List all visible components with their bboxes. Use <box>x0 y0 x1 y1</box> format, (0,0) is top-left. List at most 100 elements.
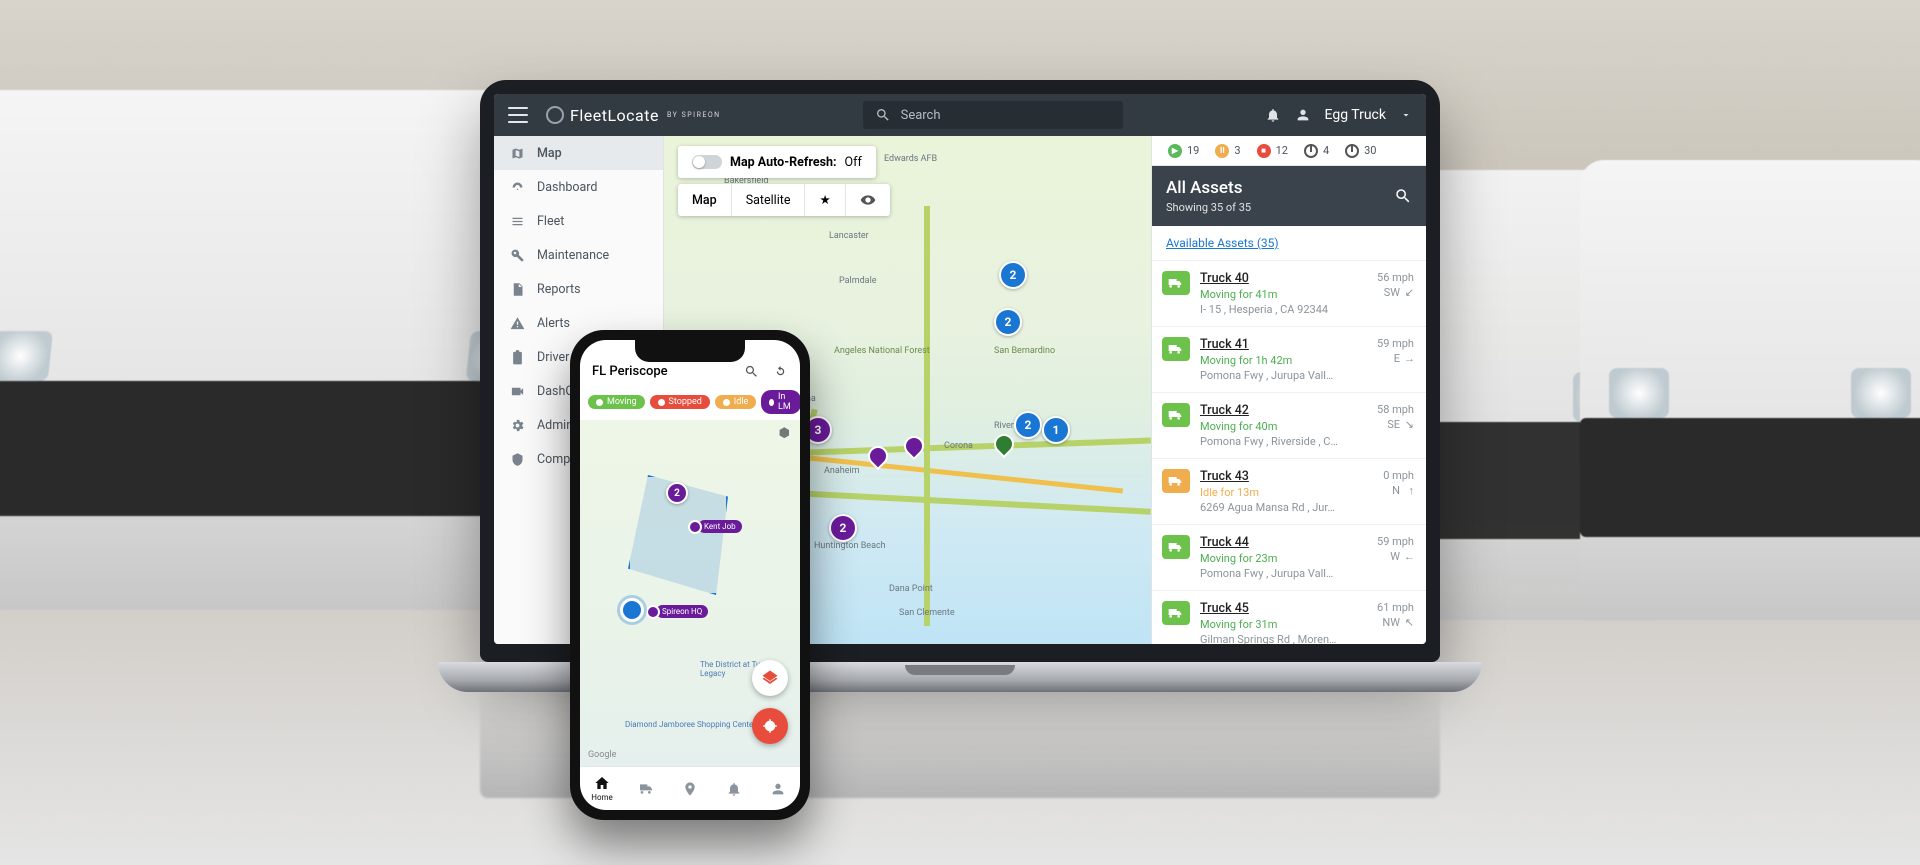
map-cluster-2d[interactable]: 2 <box>994 308 1022 336</box>
phone-current-location[interactable] <box>620 598 644 622</box>
chip-stopped[interactable]: Stopped <box>650 395 710 409</box>
asset-name: Truck 43 <box>1200 469 1373 484</box>
phone-map[interactable]: ⬢ 2 Kent Job Spireon HQ The District at … <box>580 420 800 766</box>
menu-button[interactable] <box>508 107 528 123</box>
asset-state-badge <box>1162 469 1190 493</box>
layers-hex-icon[interactable]: ⬢ <box>779 426 790 441</box>
truck-icon <box>1168 541 1184 553</box>
phone-tag-spireon[interactable]: Spireon HQ <box>656 605 708 618</box>
phone-layers-fab[interactable] <box>752 660 788 696</box>
asset-location: 6269 Agua Mansa Rd , Jur… <box>1200 501 1373 514</box>
clipboard-icon <box>510 350 525 365</box>
shield-icon <box>510 452 525 467</box>
nav-map[interactable]: Map <box>494 136 663 170</box>
asset-state-badge <box>1162 271 1190 295</box>
phone-tab-alerts[interactable] <box>712 767 756 810</box>
asset-row[interactable]: Truck 40Moving for 41mI- 15 , Hesperia ,… <box>1152 261 1426 327</box>
asset-row[interactable]: Truck 41Moving for 1h 42mPomona Fwy , Ju… <box>1152 327 1426 393</box>
nav-reports[interactable]: Reports <box>494 272 663 306</box>
nav-alerts-label: Alerts <box>537 316 570 331</box>
star-icon: ★ <box>819 192 830 208</box>
phone-notch <box>635 340 745 362</box>
auto-refresh-card: Map Auto-Refresh: Off <box>678 146 876 178</box>
asset-speed: 61 mph <box>1377 601 1414 614</box>
assets-list[interactable]: Truck 40Moving for 41mI- 15 , Hesperia ,… <box>1152 261 1426 644</box>
reports-icon <box>510 282 525 297</box>
status-stopped[interactable]: ■12 <box>1251 144 1294 158</box>
asset-heading: SW <box>1384 286 1400 299</box>
phone-tab-fleet[interactable] <box>624 767 668 810</box>
brand-byline: BY SPIREON <box>667 111 721 119</box>
phone-search-icon[interactable] <box>744 364 759 379</box>
truck-icon <box>1168 343 1184 355</box>
alert-icon <box>510 316 525 331</box>
brand-name: FleetLocate <box>570 106 659 125</box>
user-name[interactable]: Egg Truck <box>1325 107 1386 123</box>
layers-icon <box>761 669 779 687</box>
crosshair-icon <box>761 717 779 735</box>
bell-icon[interactable] <box>1265 107 1281 123</box>
list-icon <box>510 214 525 229</box>
assets-search-icon[interactable] <box>1394 187 1412 205</box>
asset-row[interactable]: Truck 45Moving for 31mGilman Springs Rd … <box>1152 591 1426 644</box>
nav-fleet[interactable]: Fleet <box>494 204 663 238</box>
pin-icon <box>682 781 698 797</box>
nav-dashboard-label: Dashboard <box>537 180 597 195</box>
map-view-sat[interactable]: Satellite <box>731 184 805 216</box>
phone-tab-places[interactable] <box>668 767 712 810</box>
asset-heading: W <box>1390 550 1400 563</box>
asset-heading: N <box>1392 484 1400 497</box>
map-visibility[interactable] <box>845 184 890 216</box>
nav-reports-label: Reports <box>537 282 581 297</box>
asset-speed: 59 mph <box>1377 535 1414 548</box>
status-strip: ▶19 II3 ■12 4 30 <box>1152 136 1426 166</box>
chip-moving[interactable]: Moving <box>588 395 645 409</box>
map-pin-green[interactable] <box>990 430 1018 458</box>
search-placeholder: Search <box>901 108 941 123</box>
auto-refresh-toggle[interactable]: Map Auto-Refresh: Off <box>678 146 876 178</box>
chip-idle[interactable]: Idle <box>715 395 756 409</box>
phone-cluster[interactable]: 2 <box>666 482 688 504</box>
map-favorite[interactable]: ★ <box>804 184 844 216</box>
nav-dashboard[interactable]: Dashboard <box>494 170 663 204</box>
map-view-switch: Map Satellite ★ <box>678 184 890 216</box>
toggle-switch-icon <box>692 155 722 169</box>
available-assets-link[interactable]: Available Assets (35) <box>1152 226 1426 261</box>
map-cluster-2c[interactable]: 2 <box>999 261 1027 289</box>
map-cluster-1[interactable]: 1 <box>1042 416 1070 444</box>
chip-in-lm[interactable]: In LM <box>761 390 800 414</box>
map-cluster-2b[interactable]: 2 <box>829 514 857 542</box>
nav-map-label: Map <box>537 146 562 161</box>
phone-tag-kent[interactable]: Kent Job <box>698 520 742 533</box>
status-power2[interactable]: 30 <box>1339 144 1382 158</box>
nav-maintenance[interactable]: Maintenance <box>494 238 663 272</box>
truck-icon <box>1168 409 1184 421</box>
map-icon <box>510 146 525 161</box>
asset-heading: SE <box>1387 418 1400 431</box>
asset-speed: 58 mph <box>1377 403 1414 416</box>
phone-refresh-icon[interactable] <box>773 364 788 379</box>
map-view-map[interactable]: Map <box>678 184 731 216</box>
phone-locate-fab[interactable] <box>752 708 788 744</box>
nav-admin-label: Admin <box>537 418 573 433</box>
user-icon[interactable] <box>1295 107 1311 123</box>
asset-row[interactable]: Truck 42Moving for 40mPomona Fwy , River… <box>1152 393 1426 459</box>
map-cluster-2e[interactable]: 2 <box>1014 411 1042 439</box>
status-moving[interactable]: ▶19 <box>1162 144 1205 158</box>
asset-row[interactable]: Truck 43Idle for 13m6269 Agua Mansa Rd ,… <box>1152 459 1426 525</box>
search-input[interactable]: Search <box>863 101 1123 129</box>
phone-tab-home[interactable]: Home <box>580 767 624 810</box>
person-icon <box>770 781 786 797</box>
asset-status: Moving for 23m <box>1200 552 1367 565</box>
asset-status: Moving for 31m <box>1200 618 1367 631</box>
asset-location: Pomona Fwy , Jurupa Vall… <box>1200 567 1367 580</box>
assets-panel: ▶19 II3 ■12 4 30 All Assets Showing 35 o… <box>1151 136 1426 644</box>
chevron-down-icon[interactable] <box>1400 107 1412 123</box>
phone-title: FL Periscope <box>592 364 668 379</box>
asset-name: Truck 44 <box>1200 535 1367 550</box>
status-idle[interactable]: II3 <box>1209 144 1246 158</box>
status-power1[interactable]: 4 <box>1298 144 1335 158</box>
asset-row[interactable]: Truck 44 Moving for 23m Pomona Fwy , Jurup… <box>1152 525 1426 591</box>
asset-speed: 56 mph <box>1377 271 1414 284</box>
phone-tab-profile[interactable] <box>756 767 800 810</box>
